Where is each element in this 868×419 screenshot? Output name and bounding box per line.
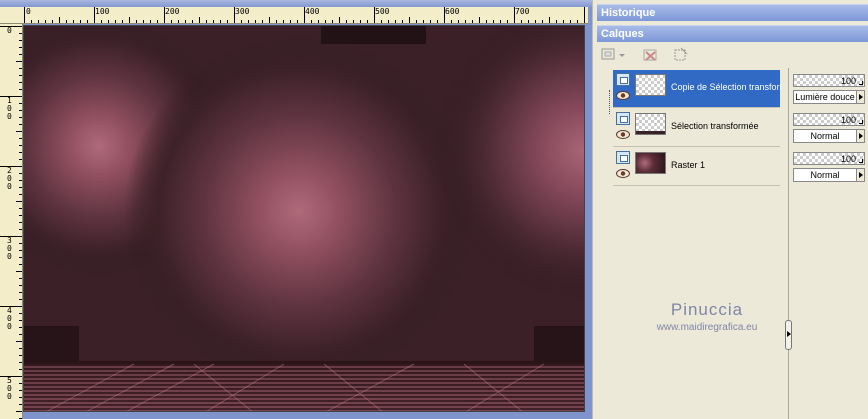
- layer-thumbnail: [635, 74, 666, 96]
- horizontal-ruler: 0 100 200 300 400 500 600 700: [8, 7, 588, 24]
- divider-grip[interactable]: [785, 320, 792, 350]
- layer-row-copie[interactable]: Copie de Sélection transformée: [613, 70, 781, 108]
- layer-props-divider[interactable]: [788, 68, 792, 419]
- canvas-frame-right: [585, 25, 592, 419]
- resize-handle-icon: [859, 159, 863, 163]
- ruler-label: 0: [26, 7, 31, 16]
- ruler-label: 0: [7, 26, 12, 35]
- ruler-label: 600: [445, 7, 460, 16]
- ruler-label: 700: [515, 7, 530, 16]
- layer-thumbnail: [635, 113, 666, 135]
- app-root: 0 100 200 300 400 500 600 700 0 1 0 0 2 …: [0, 0, 868, 419]
- eye-icon[interactable]: [616, 169, 630, 178]
- layer-row-raster[interactable]: Raster 1: [613, 148, 780, 186]
- ruler-label: 300: [235, 7, 250, 16]
- layer-name[interactable]: Copie de Sélection transformée: [671, 82, 781, 92]
- blend-mode-value: Normal: [810, 131, 840, 141]
- ruler-label: 5 0 0: [7, 376, 12, 401]
- blend-mode-select[interactable]: Normal: [793, 129, 865, 143]
- chevron-right-icon[interactable]: [856, 130, 864, 142]
- eye-icon[interactable]: [616, 130, 630, 139]
- layer-type-icon: [616, 112, 630, 125]
- blend-mode-value: Normal: [810, 170, 840, 180]
- layer-thumbnail: [635, 152, 666, 174]
- image-window-titlebar[interactable]: [0, 0, 592, 7]
- chevron-right-icon[interactable]: [856, 169, 864, 181]
- vertical-ruler: 0 1 0 0 2 0 0 3 0 0 4 0 0 5 0 0: [0, 24, 23, 419]
- canvas-frame-bottom: [23, 412, 592, 419]
- canvas-artwork: [24, 26, 584, 411]
- ruler-label: 2 0 0: [7, 166, 12, 191]
- ruler-label: 500: [375, 7, 390, 16]
- opacity-slider[interactable]: 100: [793, 74, 865, 87]
- ruler-label: 400: [305, 7, 320, 16]
- palette-panel: Historique Calques Copie de Sélection tr…: [597, 0, 868, 419]
- watermark-name: Pinuccia: [670, 300, 744, 319]
- historique-palette-title[interactable]: Historique: [597, 4, 868, 21]
- opacity-value: 100: [840, 76, 856, 86]
- watermark-url: www.maidiregrafica.eu: [656, 322, 758, 333]
- ruler-label: 200: [165, 7, 180, 16]
- opacity-value: 100: [840, 115, 856, 125]
- ruler-label: 4 0 0: [7, 306, 12, 331]
- layer-props-1: 100 Lumière douce: [793, 74, 868, 108]
- ruler-label: 1 0 0: [7, 96, 12, 121]
- blend-mode-select[interactable]: Lumière douce: [793, 90, 865, 104]
- calques-palette-title[interactable]: Calques: [597, 25, 868, 42]
- ruler-label: 100: [95, 7, 110, 16]
- image-window: 0 100 200 300 400 500 600 700 0 1 0 0 2 …: [0, 0, 592, 419]
- delete-layer-icon[interactable]: [643, 47, 659, 63]
- layer-toolbar: [597, 43, 868, 66]
- layers-area: Copie de Sélection transformée Sélection…: [600, 68, 866, 419]
- image-canvas[interactable]: [23, 25, 585, 412]
- new-layer-icon[interactable]: [601, 47, 627, 63]
- layer-tree-line: [609, 90, 610, 114]
- chevron-right-icon[interactable]: [856, 91, 864, 103]
- blend-mode-value: Lumière douce: [795, 92, 855, 102]
- mask-icon[interactable]: [673, 47, 689, 63]
- watermark: Pinuccia www.maidiregrafica.eu: [632, 300, 782, 333]
- ruler-label: 3 0 0: [7, 236, 12, 261]
- layer-type-icon: [616, 73, 630, 86]
- layer-row-selection[interactable]: Sélection transformée: [613, 109, 780, 147]
- layer-name[interactable]: Sélection transformée: [671, 121, 781, 131]
- resize-handle-icon: [859, 81, 863, 85]
- opacity-value: 100: [840, 154, 856, 164]
- opacity-slider[interactable]: 100: [793, 113, 865, 126]
- layer-name[interactable]: Raster 1: [671, 160, 781, 170]
- eye-icon[interactable]: [616, 91, 630, 100]
- layer-props-2: 100 Normal: [793, 113, 868, 147]
- opacity-slider[interactable]: 100: [793, 152, 865, 165]
- resize-handle-icon: [859, 120, 863, 124]
- layer-props-3: 100 Normal: [793, 152, 868, 186]
- blend-mode-select[interactable]: Normal: [793, 168, 865, 182]
- layer-type-icon: [616, 151, 630, 164]
